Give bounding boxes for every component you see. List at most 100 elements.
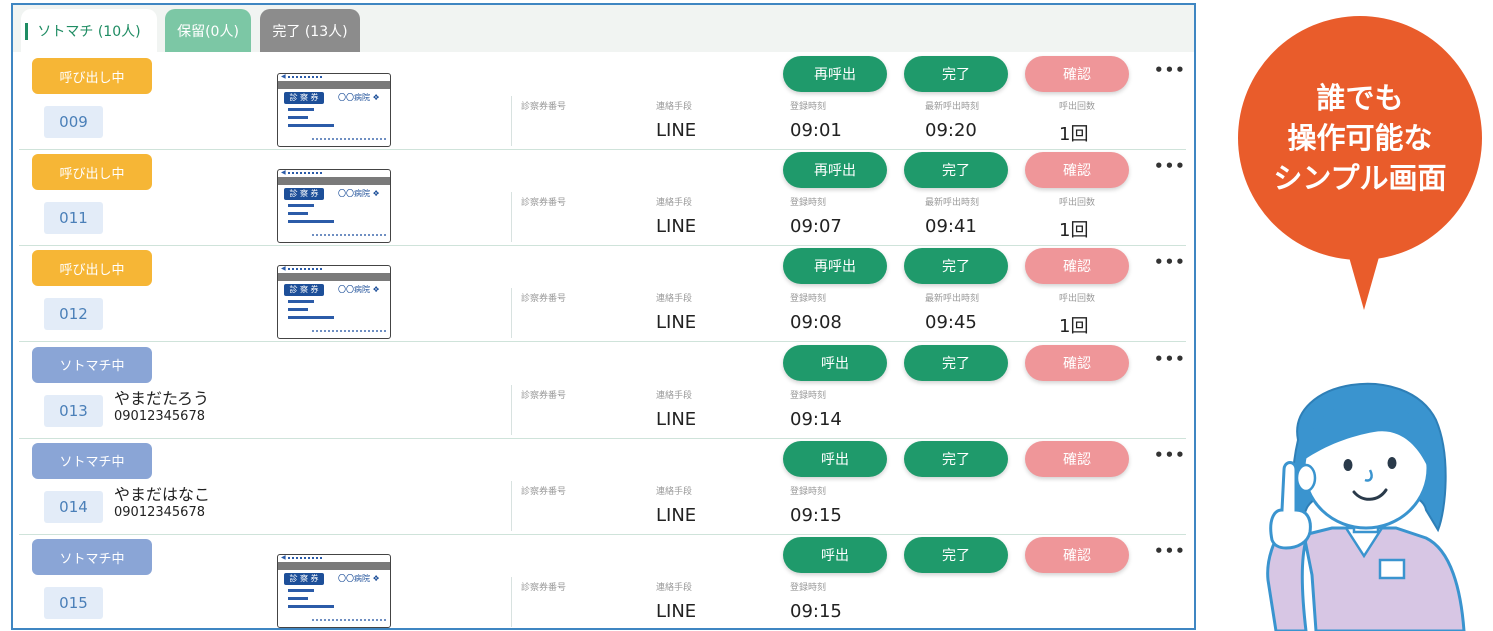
card-footer-line [312,234,386,237]
confirm-button[interactable]: 確認 [1025,344,1129,381]
more-options-icon[interactable]: ••• [1154,446,1186,464]
card-dots [288,172,322,175]
card-number-label: 診察券番号 [521,390,567,401]
patient-card-image[interactable]: ◀ 診 察 券 〇〇病院 ❖ [277,554,391,628]
card-label: 診 察 券 [284,92,324,104]
column-divider [511,288,512,339]
registered-time-label: 登録時刻 [790,390,827,401]
registered-time-label: 登録時刻 [790,198,827,209]
bubble-text-line: シンプル画面 [1273,161,1447,195]
call-count: 1回 [1059,316,1089,338]
confirm-button[interactable]: 確認 [1025,537,1129,573]
card-text-line [288,212,308,216]
reception-number: 012 [44,298,103,331]
patient-card-image[interactable]: ◀ 診 察 券 〇〇病院 ❖ [277,73,391,147]
last-called-time: 09:20 [925,120,977,141]
card-text-line [288,316,334,320]
column-divider [511,192,512,243]
call-button[interactable]: 呼出 [783,344,887,381]
reception-number: 011 [44,202,103,235]
registered-time: 09:07 [790,216,842,238]
contact-label: 連絡手段 [656,294,693,305]
card-stripe [278,177,390,186]
speech-bubble: 誰でも 操作可能な シンプル画面 [1238,16,1482,260]
status-badge: 呼び出し中 [32,250,152,287]
patient-phone: 09012345678 [114,408,205,424]
card-arrow-icon: ◀ [281,169,286,177]
more-options-icon[interactable]: ••• [1154,157,1186,175]
confirm-button[interactable]: 確認 [1025,248,1129,285]
contact-label: 連絡手段 [656,198,693,209]
status-badge: 呼び出し中 [32,58,152,94]
card-label: 診 察 券 [284,284,324,297]
status-badge: ソトマチ中 [32,346,152,383]
tab-sotomachi[interactable]: ソトマチ (10人) [21,9,157,52]
card-dots [288,268,322,271]
card-label: 診 察 券 [284,573,324,585]
more-options-icon[interactable]: ••• [1154,61,1186,79]
table-row: 呼び出し中 011 ◀ 診 察 券 〇〇病院 ❖ 診察券番号 連絡手段 LINE 登録時刻 09:… [13,150,1194,247]
patient-card-image[interactable]: ◀ 診 察 券 〇〇病院 ❖ [277,265,391,340]
column-divider [511,577,512,627]
registered-time-label: 登録時刻 [790,486,827,497]
registered-time-label: 登録時刻 [790,102,827,112]
status-badge: ソトマチ中 [32,539,152,575]
more-options-icon[interactable]: ••• [1154,542,1186,560]
contact-value: LINE [656,120,697,141]
card-arrow-icon: ◀ [281,554,286,561]
contact-label: 連絡手段 [656,102,693,112]
card-number-label: 診察券番号 [521,102,567,112]
card-text-line [288,300,314,304]
more-options-icon[interactable]: ••• [1154,253,1186,271]
recall-button[interactable]: 再呼出 [783,152,887,189]
card-label: 診 察 券 [284,188,324,201]
complete-button[interactable]: 完了 [904,537,1008,573]
card-text-line [288,108,314,111]
recall-button[interactable]: 再呼出 [783,56,887,92]
card-arrow-icon: ◀ [281,265,286,273]
call-count-label: 呼出回数 [1059,294,1096,305]
recall-button[interactable]: 再呼出 [783,248,887,285]
contact-label: 連絡手段 [656,390,693,401]
patient-phone: 09012345678 [114,504,205,520]
registered-time: 09:14 [790,408,842,430]
complete-button[interactable]: 完了 [904,248,1008,285]
column-divider [511,96,512,146]
contact-value: LINE [656,601,697,622]
call-count: 1回 [1059,220,1089,242]
registered-time: 09:08 [790,312,842,334]
card-text-line [288,597,308,600]
complete-button[interactable]: 完了 [904,344,1008,381]
card-dots [288,76,322,78]
call-button[interactable]: 呼出 [783,440,887,477]
card-footer-line [312,619,386,621]
confirm-button[interactable]: 確認 [1025,56,1129,92]
call-count-label: 呼出回数 [1059,102,1096,112]
registered-time: 09:15 [790,601,842,622]
complete-button[interactable]: 完了 [904,152,1008,189]
card-hospital: 〇〇病院 ❖ [338,285,380,295]
call-count: 1回 [1059,124,1089,145]
status-badge: ソトマチ中 [32,442,152,479]
registered-time: 09:01 [790,120,842,141]
tab-hold[interactable]: 保留(0人) [165,9,251,52]
card-text-line [288,124,334,127]
contact-label: 連絡手段 [656,486,693,497]
patient-card-image[interactable]: ◀ 診 察 券 〇〇病院 ❖ [277,169,391,244]
card-number-label: 診察券番号 [521,583,567,593]
card-text-line [288,116,308,119]
column-divider [511,384,512,435]
complete-button[interactable]: 完了 [904,440,1008,477]
call-button[interactable]: 呼出 [783,537,887,573]
more-options-icon[interactable]: ••• [1154,350,1186,368]
patient-name: やまだたろう [114,388,210,408]
confirm-button[interactable]: 確認 [1025,152,1129,189]
card-text-line [288,605,334,608]
card-dots [288,557,322,559]
complete-button[interactable]: 完了 [904,56,1008,92]
reception-number: 013 [44,394,103,427]
card-text-line [288,589,314,592]
confirm-button[interactable]: 確認 [1025,440,1129,477]
tab-completed[interactable]: 完了 (13人) [260,9,360,52]
table-row: ソトマチ中 014 やまだはなこ 09012345678 診察券番号 連絡手段 LINE 登録… [13,439,1194,535]
